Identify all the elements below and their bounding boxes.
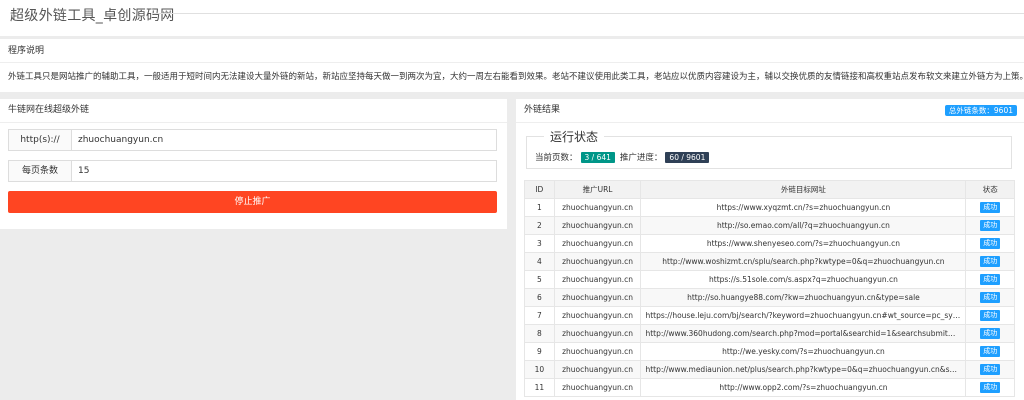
row-url-cell: zhuochuangyun.cn bbox=[553, 198, 642, 217]
row-id-cell: 3 bbox=[524, 234, 555, 253]
results-header: 外链结果 总外链条数：9601 bbox=[516, 99, 1024, 123]
row-id-cell: 9 bbox=[524, 342, 555, 361]
row-id-cell: 8 bbox=[524, 324, 555, 343]
row-url-cell: zhuochuangyun.cn bbox=[553, 342, 642, 361]
row-target-url-cell: http://www.360hudong.com/search.php?mod=… bbox=[640, 324, 967, 343]
table-row: 6 zhuochuangyun.cn http://so.huangye88.com… bbox=[524, 288, 1015, 307]
row-status-cell: 成功 bbox=[965, 306, 1015, 325]
progress-badge: 60 / 9601 bbox=[665, 151, 710, 163]
row-url-cell: zhuochuangyun.cn bbox=[553, 378, 642, 397]
page-header: 超级外链工具_卓创源码网 bbox=[0, 0, 1024, 36]
success-status-button[interactable]: 成功 bbox=[980, 274, 1001, 285]
domain-field-group: http(s):// bbox=[8, 129, 497, 151]
table-row: 7 zhuochuangyun.cn https://house.leju.com/… bbox=[524, 306, 1015, 325]
success-status-button[interactable]: 成功 bbox=[980, 202, 1001, 213]
run-status-fieldset: 运行状态 当前页数： 3 / 641 推广进度： 60 / 9601 bbox=[526, 128, 1012, 169]
row-url-cell: zhuochuangyun.cn bbox=[553, 288, 642, 307]
per-page-field-group: 每页条数 bbox=[8, 160, 497, 182]
promote-form-card: 牛链网在线超级外链 http(s):// 每页条数 停止推广 bbox=[0, 99, 507, 229]
row-id-cell: 5 bbox=[524, 270, 555, 289]
total-links-badge: 总外链条数：9601 bbox=[944, 105, 1017, 116]
table-row: 9 zhuochuangyun.cn http://we.yesky.com/?s=… bbox=[524, 342, 1015, 361]
domain-input[interactable] bbox=[72, 130, 496, 150]
row-id-cell: 6 bbox=[524, 288, 555, 307]
row-status-cell: 成功 bbox=[965, 234, 1015, 253]
run-status-line: 当前页数： 3 / 641 推广进度： 60 / 9601 bbox=[535, 151, 714, 163]
row-status-cell: 成功 bbox=[965, 342, 1015, 361]
row-status-cell: 成功 bbox=[965, 324, 1015, 343]
success-status-button[interactable]: 成功 bbox=[980, 328, 1001, 339]
row-target-url-cell: https://house.leju.com/bj/search/?keywor… bbox=[640, 306, 967, 325]
stop-promotion-button[interactable]: 停止推广 bbox=[8, 191, 497, 213]
row-target-url-cell: http://www.woshizmt.cn/splu/search.php?k… bbox=[640, 252, 967, 271]
per-page-input[interactable] bbox=[72, 161, 496, 181]
row-status-cell: 成功 bbox=[965, 378, 1015, 397]
row-target-url-cell: http://we.yesky.com/?s=zhuochuangyun.cn bbox=[640, 342, 967, 361]
description-card: 程序说明 外链工具只是网站推广的辅助工具，一般适用于短时间内无法建设大量外链的新… bbox=[0, 39, 1024, 92]
per-page-label: 每页条数 bbox=[9, 161, 72, 181]
row-id-cell: 7 bbox=[524, 306, 555, 325]
current-page-badge: 3 / 641 bbox=[580, 151, 615, 163]
table-row: 11 zhuochuangyun.cn http://www.opp2.com/?s… bbox=[524, 378, 1015, 397]
table-row: 3 zhuochuangyun.cn https://www.shenyeseo.c… bbox=[524, 234, 1015, 253]
row-status-cell: 成功 bbox=[965, 252, 1015, 271]
row-url-cell: zhuochuangyun.cn bbox=[553, 306, 642, 325]
success-status-button[interactable]: 成功 bbox=[980, 364, 1001, 375]
row-url-cell: zhuochuangyun.cn bbox=[553, 324, 642, 343]
table-row: 2 zhuochuangyun.cn http://so.emao.com/all/… bbox=[524, 216, 1015, 235]
row-target-url-cell: http://so.emao.com/all/?q=zhuochuangyun.… bbox=[640, 216, 967, 235]
title-divider bbox=[152, 13, 1024, 14]
row-target-url-cell: https://www.xyqzmt.cn/?s=zhuochuangyun.c… bbox=[640, 198, 967, 217]
results-title: 外链结果 bbox=[524, 105, 561, 115]
row-url-cell: zhuochuangyun.cn bbox=[553, 360, 642, 379]
row-url-cell: zhuochuangyun.cn bbox=[553, 252, 642, 271]
success-status-button[interactable]: 成功 bbox=[980, 310, 1001, 321]
row-id-cell: 11 bbox=[524, 378, 555, 397]
row-status-cell: 成功 bbox=[965, 216, 1015, 235]
row-status-cell: 成功 bbox=[965, 288, 1015, 307]
column-header-target: 外链目标网址 bbox=[640, 180, 967, 199]
success-status-button[interactable]: 成功 bbox=[980, 292, 1001, 303]
row-url-cell: zhuochuangyun.cn bbox=[553, 234, 642, 253]
table-row: 1 zhuochuangyun.cn https://www.xyqzmt.cn/?… bbox=[524, 198, 1015, 217]
page-title: 超级外链工具_卓创源码网 bbox=[10, 8, 175, 24]
table-row: 4 zhuochuangyun.cn http://www.woshizmt.cn/… bbox=[524, 252, 1015, 271]
row-target-url-cell: https://s.51sole.com/s.aspx?q=zhuochuang… bbox=[640, 270, 967, 289]
table-row: 5 zhuochuangyun.cn https://s.51sole.com/s.… bbox=[524, 270, 1015, 289]
progress-label: 推广进度： bbox=[619, 153, 663, 163]
table-row: 8 zhuochuangyun.cn http://www.360hudong.co… bbox=[524, 324, 1015, 343]
row-url-cell: zhuochuangyun.cn bbox=[553, 216, 642, 235]
row-id-cell: 4 bbox=[524, 252, 555, 271]
column-header-id: ID bbox=[524, 180, 555, 199]
row-id-cell: 2 bbox=[524, 216, 555, 235]
description-text: 外链工具只是网站推广的辅助工具，一般适用于短时间内无法建设大量外链的新站，新站应… bbox=[8, 72, 1024, 82]
column-header-url: 推广URL bbox=[553, 180, 642, 199]
table-header-row: ID 推广URL 外链目标网址 状态 bbox=[524, 180, 1015, 199]
row-status-cell: 成功 bbox=[965, 270, 1015, 289]
promote-form-title: 牛链网在线超级外链 bbox=[0, 99, 507, 123]
row-status-cell: 成功 bbox=[965, 360, 1015, 379]
run-status-legend: 运行状态 bbox=[544, 128, 605, 145]
row-url-cell: zhuochuangyun.cn bbox=[553, 270, 642, 289]
table-row: 10 zhuochuangyun.cn http://www.mediaunion.… bbox=[524, 360, 1015, 379]
success-status-button[interactable]: 成功 bbox=[980, 220, 1001, 231]
success-status-button[interactable]: 成功 bbox=[980, 238, 1001, 249]
row-status-cell: 成功 bbox=[965, 198, 1015, 217]
row-target-url-cell: http://so.huangye88.com/?kw=zhuochuangyu… bbox=[640, 288, 967, 307]
row-target-url-cell: http://www.mediaunion.net/plus/search.ph… bbox=[640, 360, 967, 379]
row-target-url-cell: http://www.opp2.com/?s=zhuochuangyun.cn bbox=[640, 378, 967, 397]
results-table: ID 推广URL 外链目标网址 状态 1 zhuochuangyun.cn http… bbox=[524, 180, 1015, 397]
protocol-label: http(s):// bbox=[9, 130, 72, 150]
column-header-status: 状态 bbox=[965, 180, 1015, 199]
success-status-button[interactable]: 成功 bbox=[980, 256, 1001, 267]
row-id-cell: 10 bbox=[524, 360, 555, 379]
results-card: 外链结果 总外链条数：9601 运行状态 当前页数： 3 / 641 推广进度：… bbox=[516, 99, 1024, 400]
success-status-button[interactable]: 成功 bbox=[980, 346, 1001, 357]
current-page-label: 当前页数： bbox=[535, 153, 578, 163]
success-status-button[interactable]: 成功 bbox=[980, 382, 1001, 393]
description-title: 程序说明 bbox=[0, 39, 1024, 63]
row-id-cell: 1 bbox=[524, 198, 555, 217]
row-target-url-cell: https://www.shenyeseo.com/?s=zhuochuangy… bbox=[640, 234, 967, 253]
